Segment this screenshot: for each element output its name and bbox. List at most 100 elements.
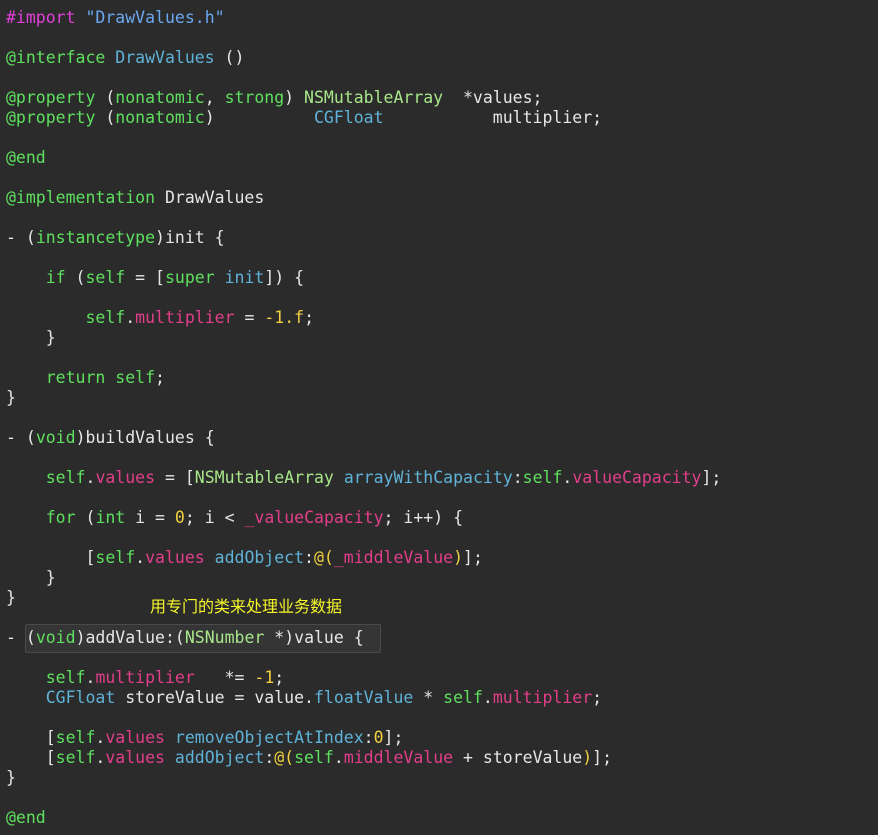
- code-token: ): [284, 88, 305, 107]
- code-token: values: [145, 548, 205, 567]
- code-token: self: [55, 748, 96, 767]
- code-token: self: [85, 268, 126, 287]
- code-token: = [: [125, 268, 165, 287]
- code-token: self: [95, 548, 136, 567]
- code-token: *)value {: [264, 628, 364, 647]
- code-token: [: [6, 748, 56, 767]
- code-token: .: [85, 668, 96, 687]
- code-editor[interactable]: 用专门的类来处理业务数据 #import "DrawValues.h" @inte…: [0, 0, 878, 835]
- code-line: - (void)addValue:(NSNumber *)value {: [6, 628, 364, 648]
- code-token: if: [45, 268, 66, 287]
- code-token: (: [75, 508, 96, 527]
- code-token: values: [95, 468, 156, 487]
- code-token: - (: [6, 628, 36, 647]
- code-token: CGFloat: [45, 688, 116, 707]
- code-line: }: [6, 568, 56, 588]
- code-token: ];: [701, 468, 722, 487]
- code-token: _middleValue: [333, 548, 454, 567]
- code-token: self: [522, 468, 563, 487]
- code-line: self.values = [NSMutableArray arrayWithC…: [6, 468, 722, 488]
- code-token: multiplier: [135, 308, 235, 327]
- code-line: }: [6, 388, 16, 408]
- code-token: nonatomic: [115, 108, 205, 127]
- code-token: .: [85, 468, 96, 487]
- code-token: :: [264, 748, 275, 767]
- code-line: self.multiplier *= -1;: [6, 668, 284, 688]
- code-token: self: [115, 368, 156, 387]
- code-token: self: [45, 468, 86, 487]
- code-token: ];: [592, 748, 613, 767]
- code-token: ;: [155, 368, 165, 387]
- code-token: (: [105, 108, 116, 127]
- code-token: DrawValues: [164, 188, 265, 207]
- code-token: ): [453, 548, 464, 567]
- code-line: return self;: [6, 368, 165, 388]
- code-token: )addValue:(: [75, 628, 185, 647]
- code-token: middleValue: [343, 748, 454, 767]
- code-token: return: [45, 368, 106, 387]
- code-token: ): [204, 108, 314, 127]
- code-token: + storeValue: [453, 748, 583, 767]
- code-token: ;: [592, 688, 603, 707]
- code-token: - (: [6, 228, 36, 247]
- code-token: strong: [224, 88, 285, 107]
- code-token: *: [413, 688, 444, 707]
- code-token: :: [512, 468, 523, 487]
- code-token: (: [65, 268, 86, 287]
- code-token: @interface: [6, 48, 116, 67]
- code-token: @end: [6, 808, 46, 827]
- code-token: int: [95, 508, 126, 527]
- code-token: - (: [6, 428, 36, 447]
- code-token: }: [6, 328, 56, 347]
- code-token: .: [95, 728, 106, 747]
- code-token: instancetype: [35, 228, 156, 247]
- code-token: @property: [6, 108, 106, 127]
- code-token: ): [582, 748, 593, 767]
- code-token: ,: [204, 88, 225, 107]
- code-token: (): [214, 48, 245, 67]
- code-token: void: [35, 428, 76, 447]
- code-line: }: [6, 768, 16, 788]
- code-token: .: [562, 468, 573, 487]
- code-token: for: [45, 508, 76, 527]
- code-line: }: [6, 588, 16, 608]
- code-token: i =: [125, 508, 175, 527]
- code-token: }: [6, 568, 56, 587]
- code-token: self: [443, 688, 483, 707]
- code-token: "DrawValues.h": [85, 8, 225, 27]
- code-line: - (instancetype)init {: [6, 228, 225, 248]
- code-line: - (void)buildValues {: [6, 428, 215, 448]
- code-token: @(: [313, 548, 334, 567]
- code-line: [self.values removeObjectAtIndex:0];: [6, 728, 404, 748]
- code-token: }: [6, 768, 16, 787]
- code-token: #import: [6, 8, 86, 27]
- code-token: :: [363, 728, 374, 747]
- code-token: *values;: [443, 88, 543, 107]
- code-token: @(: [274, 748, 295, 767]
- code-line: @interface DrawValues (): [6, 48, 244, 68]
- code-line: if (self = [super init]) {: [6, 268, 304, 288]
- code-token: = [: [155, 468, 195, 487]
- code-token: .: [95, 748, 106, 767]
- code-token: 0: [174, 508, 185, 527]
- code-line: CGFloat storeValue = value.floatValue * …: [6, 688, 602, 708]
- code-token: =: [234, 308, 265, 327]
- code-token: removeObjectAtIndex: [174, 728, 364, 747]
- annotation-text: 用专门的类来处理业务数据: [150, 597, 343, 616]
- code-token: )init {: [155, 228, 225, 247]
- code-token: floatValue: [313, 688, 414, 707]
- code-token: [: [6, 548, 96, 567]
- code-token: NSMutableArray: [194, 468, 334, 487]
- code-token: ]) {: [264, 268, 305, 287]
- code-token: .: [135, 548, 146, 567]
- code-token: values: [105, 728, 165, 747]
